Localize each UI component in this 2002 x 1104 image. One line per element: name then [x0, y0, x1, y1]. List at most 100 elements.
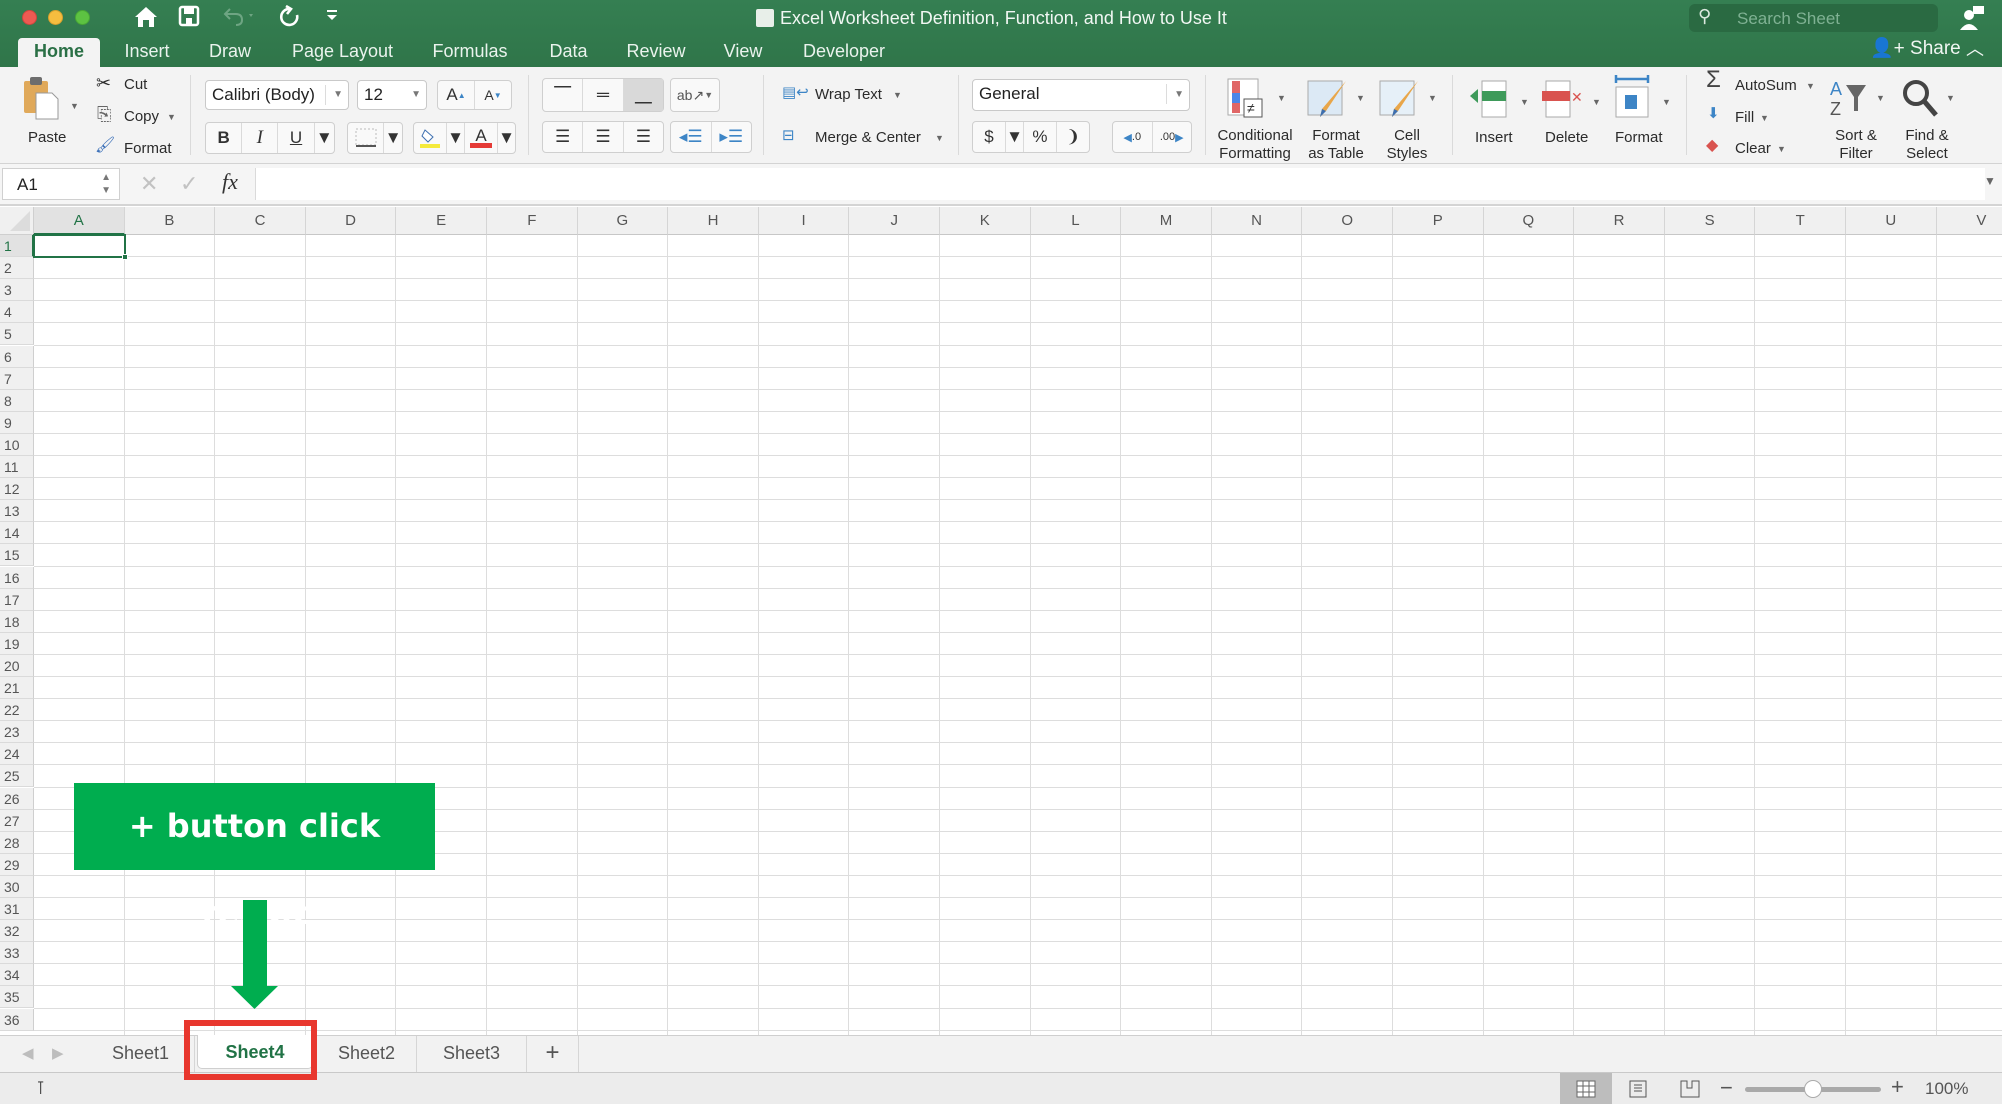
sheet-tab-sheet1[interactable]: Sheet1	[87, 1036, 195, 1072]
row-header-22[interactable]: 22	[0, 699, 34, 722]
column-header-m[interactable]: M	[1121, 207, 1212, 235]
cancel-icon[interactable]: ✕	[140, 171, 158, 197]
tab-review[interactable]: Review	[616, 38, 696, 67]
formula-input[interactable]	[255, 168, 1985, 200]
number-format-select[interactable]: General ▼	[972, 79, 1190, 111]
row-header-30[interactable]: 30	[0, 875, 34, 898]
row-header-32[interactable]: 32	[0, 920, 34, 943]
column-header-b[interactable]: B	[124, 207, 216, 235]
find-select-button[interactable]: Find & Select	[1897, 127, 1957, 163]
search-sheet-box[interactable]: ⚲ Search Sheet	[1689, 4, 1938, 32]
row-header-29[interactable]: 29	[0, 853, 34, 876]
record-macro-icon[interactable]: ⊺	[36, 1078, 45, 1099]
delete-cells-icon[interactable]: ✕	[1540, 79, 1584, 123]
tab-home[interactable]: Home	[18, 38, 100, 67]
name-box-stepper-icon[interactable]: ▲ ▼	[101, 171, 111, 197]
expand-formula-bar-icon[interactable]: ▼	[1984, 174, 1996, 188]
tab-insert[interactable]: Insert	[113, 38, 181, 67]
scroll-tabs-left-icon[interactable]: ◀	[22, 1044, 34, 1062]
row-header-27[interactable]: 27	[0, 809, 34, 832]
tab-developer[interactable]: Developer	[790, 38, 898, 67]
zoom-slider[interactable]	[1745, 1080, 1881, 1098]
autosum-dropdown-icon[interactable]: ▼	[1806, 77, 1815, 95]
column-header-e[interactable]: E	[396, 207, 487, 235]
bold-button[interactable]: B	[206, 123, 243, 153]
autosum-button[interactable]: AutoSum	[1735, 77, 1797, 95]
maximize-window-button[interactable]	[75, 10, 90, 25]
row-header-35[interactable]: 35	[0, 986, 34, 1009]
account-icon[interactable]	[1958, 4, 1986, 32]
sheet-tab-sheet3[interactable]: Sheet3	[417, 1036, 527, 1072]
clear-dropdown-icon[interactable]: ▼	[1777, 140, 1786, 158]
cut-button[interactable]: Cut	[124, 76, 147, 94]
column-header-g[interactable]: G	[577, 207, 669, 235]
row-header-11[interactable]: 11	[0, 456, 34, 479]
tab-view[interactable]: View	[712, 38, 774, 67]
redo-icon[interactable]	[278, 4, 302, 35]
save-icon[interactable]	[178, 5, 200, 33]
comma-style-button[interactable]: ❩	[1057, 122, 1089, 152]
increase-indent-button[interactable]: ▸☰	[712, 122, 752, 152]
cell-styles-button[interactable]: Cell Styles	[1376, 127, 1438, 163]
column-header-h[interactable]: H	[668, 207, 759, 235]
add-sheet-button[interactable]: +	[527, 1036, 579, 1072]
row-header-36[interactable]: 36	[0, 1008, 34, 1031]
row-header-15[interactable]: 15	[0, 544, 34, 567]
row-header-4[interactable]: 4	[0, 301, 34, 324]
zoom-slider-handle[interactable]	[1804, 1080, 1822, 1098]
decrease-decimal-button[interactable]: .00 ▶	[1153, 122, 1192, 152]
paste-button[interactable]: Paste	[28, 129, 66, 147]
collapse-ribbon-icon[interactable]: ︿	[1966, 36, 1984, 62]
align-center-button[interactable]: ☰	[583, 122, 624, 152]
normal-view-button[interactable]	[1560, 1073, 1612, 1104]
copy-dropdown-icon[interactable]: ▼	[167, 108, 176, 126]
italic-button[interactable]: I	[242, 123, 279, 153]
orientation-button[interactable]: ab↗ ▼	[670, 78, 720, 112]
borders-button[interactable]: ▼	[347, 122, 403, 154]
conditional-formatting-icon[interactable]: ≠	[1226, 77, 1270, 121]
align-left-button[interactable]: ☰	[543, 122, 584, 152]
row-header-3[interactable]: 3	[0, 279, 34, 302]
wrap-text-dropdown-icon[interactable]: ▼	[893, 86, 902, 104]
row-header-19[interactable]: 19	[0, 632, 34, 655]
font-name-select[interactable]: Calibri (Body) ▼	[205, 80, 349, 110]
cell-styles-icon[interactable]	[1378, 77, 1422, 121]
row-header-31[interactable]: 31	[0, 898, 34, 921]
active-cell-a1[interactable]	[33, 234, 126, 258]
fill-dropdown-icon[interactable]: ▼	[1760, 109, 1769, 127]
page-layout-view-button[interactable]	[1612, 1073, 1664, 1104]
row-header-13[interactable]: 13	[0, 500, 34, 523]
format-painter-button[interactable]: Format	[124, 140, 172, 158]
row-header-10[interactable]: 10	[0, 433, 34, 456]
increase-decimal-button[interactable]: ◀ .0	[1113, 122, 1153, 152]
scroll-tabs-right-icon[interactable]: ▶	[52, 1044, 64, 1062]
delete-cells-button[interactable]: Delete	[1545, 129, 1588, 147]
row-header-14[interactable]: 14	[0, 522, 34, 545]
sort-filter-icon[interactable]: AZ	[1828, 77, 1872, 121]
name-box[interactable]: A1 ▲ ▼	[2, 168, 120, 200]
merge-center-button[interactable]: Merge & Center	[815, 129, 921, 147]
column-header-i[interactable]: I	[758, 207, 850, 235]
insert-cells-button[interactable]: Insert	[1475, 129, 1513, 147]
find-select-icon[interactable]	[1900, 77, 1944, 121]
font-color-dropdown-icon[interactable]: ▼	[498, 123, 515, 153]
align-top-button[interactable]: ⎺	[543, 79, 584, 111]
enter-checkmark-icon[interactable]: ✓	[180, 171, 198, 197]
row-header-1[interactable]: 1	[0, 235, 34, 258]
zoom-in-button[interactable]: +	[1891, 1074, 1904, 1100]
column-header-l[interactable]: L	[1030, 207, 1122, 235]
align-right-button[interactable]: ☰	[624, 122, 663, 152]
merge-center-dropdown-icon[interactable]: ▼	[935, 129, 944, 147]
row-header-21[interactable]: 21	[0, 677, 34, 700]
row-header-18[interactable]: 18	[0, 610, 34, 633]
column-header-f[interactable]: F	[487, 207, 578, 235]
tab-page-layout[interactable]: Page Layout	[280, 38, 405, 67]
column-header-a[interactable]: A	[34, 207, 125, 235]
row-header-12[interactable]: 12	[0, 478, 34, 501]
zoom-level[interactable]: 100%	[1925, 1079, 1968, 1099]
conditional-formatting-button[interactable]: Conditional Formatting	[1213, 127, 1297, 163]
fill-button[interactable]: Fill	[1735, 109, 1754, 127]
sort-filter-button[interactable]: Sort & Filter	[1826, 127, 1886, 163]
customize-quick-access-icon[interactable]	[326, 5, 338, 31]
minimize-window-button[interactable]	[48, 10, 63, 25]
